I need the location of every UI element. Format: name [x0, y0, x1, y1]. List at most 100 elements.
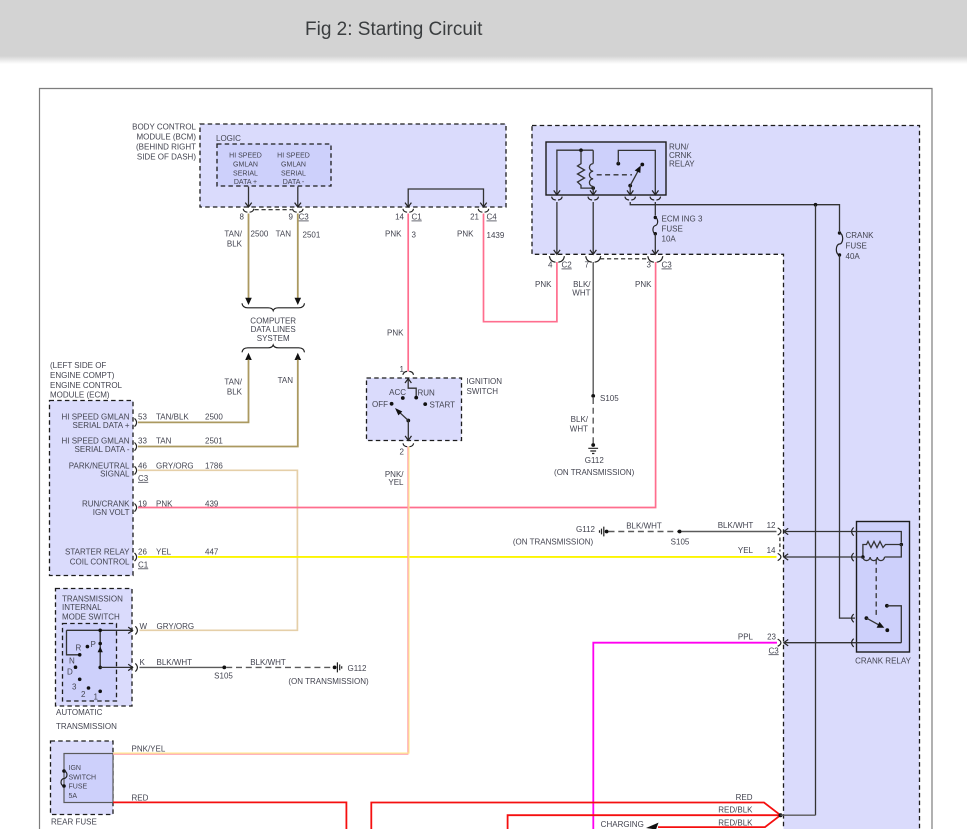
svg-text:53: 53: [138, 412, 147, 421]
svg-text:FUSE: FUSE: [846, 242, 867, 251]
svg-text:PNK: PNK: [387, 329, 404, 338]
svg-text:SERIAL DATA -: SERIAL DATA -: [75, 445, 130, 454]
svg-text:RUN/CRANK: RUN/CRANK: [82, 499, 130, 508]
svg-text:YEL: YEL: [388, 478, 404, 487]
svg-text:START: START: [430, 400, 456, 409]
svg-text:(LEFT SIDE OF: (LEFT SIDE OF: [50, 361, 106, 370]
svg-text:14: 14: [395, 213, 404, 222]
svg-text:(ON TRANSMISSION): (ON TRANSMISSION): [288, 677, 369, 686]
svg-text:FUSE: FUSE: [662, 225, 683, 234]
svg-text:2500: 2500: [251, 230, 269, 239]
svg-text:TAN/BLK: TAN/BLK: [156, 412, 189, 421]
svg-text:7: 7: [585, 261, 590, 270]
svg-text:12: 12: [767, 521, 776, 530]
svg-text:YEL: YEL: [156, 547, 172, 556]
svg-text:BODY CONTROL: BODY CONTROL: [132, 123, 196, 132]
svg-text:BLK/WHT: BLK/WHT: [250, 658, 286, 667]
svg-text:9: 9: [289, 213, 294, 222]
svg-text:MODULE (ECM): MODULE (ECM): [50, 391, 110, 400]
svg-text:G112: G112: [348, 664, 368, 673]
svg-text:IGNITION: IGNITION: [467, 377, 503, 386]
svg-text:RED: RED: [736, 793, 753, 802]
svg-text:23: 23: [767, 633, 776, 642]
svg-text:CRANK: CRANK: [846, 231, 875, 240]
svg-text:BLK/WHT: BLK/WHT: [157, 658, 193, 667]
svg-text:C3: C3: [662, 261, 673, 270]
svg-text:3: 3: [412, 231, 417, 240]
svg-text:ECM ING 3: ECM ING 3: [662, 215, 703, 224]
svg-text:DATA +: DATA +: [234, 179, 257, 186]
svg-text:R: R: [76, 643, 82, 652]
svg-text:2: 2: [81, 690, 86, 699]
svg-text:ENGINE CONTROL: ENGINE CONTROL: [50, 381, 123, 390]
svg-text:TAN: TAN: [278, 376, 294, 385]
svg-text:HI SPEED GMLAN: HI SPEED GMLAN: [61, 436, 129, 445]
svg-text:COMPUTER: COMPUTER: [250, 316, 296, 325]
svg-text:(ON TRANSMISSION): (ON TRANSMISSION): [554, 468, 635, 477]
svg-text:2501: 2501: [303, 231, 321, 240]
svg-text:1786: 1786: [205, 461, 223, 470]
svg-text:G112: G112: [576, 525, 596, 534]
svg-text:REAR FUSE: REAR FUSE: [51, 817, 97, 826]
svg-text:10A: 10A: [662, 235, 677, 244]
svg-text:COIL CONTROL: COIL CONTROL: [70, 557, 130, 566]
svg-text:3: 3: [647, 261, 652, 270]
svg-text:2501: 2501: [205, 436, 223, 445]
svg-text:GMLAN: GMLAN: [281, 162, 306, 169]
svg-text:TAN/: TAN/: [224, 377, 242, 386]
svg-text:S105: S105: [600, 394, 619, 403]
svg-text:TAN: TAN: [156, 436, 172, 445]
svg-text:MODULE (BCM): MODULE (BCM): [136, 133, 196, 142]
svg-text:RED: RED: [132, 793, 149, 802]
svg-text:BLK/WHT: BLK/WHT: [626, 522, 662, 531]
svg-text:46: 46: [138, 461, 147, 470]
svg-text:33: 33: [138, 436, 147, 445]
svg-text:C1: C1: [412, 213, 423, 222]
svg-text:(ON TRANSMISSION): (ON TRANSMISSION): [513, 538, 594, 547]
svg-text:K: K: [140, 658, 146, 667]
svg-text:SERIAL: SERIAL: [281, 171, 306, 178]
svg-text:HI SPEED GMLAN: HI SPEED GMLAN: [61, 412, 129, 421]
svg-text:TRANSMISSION: TRANSMISSION: [62, 594, 123, 603]
svg-text:C4: C4: [487, 213, 498, 222]
svg-text:C1: C1: [138, 560, 149, 569]
svg-text:S105: S105: [671, 538, 690, 547]
svg-text:SIDE OF DASH): SIDE OF DASH): [137, 153, 196, 162]
svg-text:26: 26: [138, 547, 147, 556]
svg-text:40A: 40A: [846, 252, 861, 261]
svg-text:WHT: WHT: [570, 425, 588, 434]
svg-text:SYSTEM: SYSTEM: [257, 334, 290, 343]
svg-text:4: 4: [548, 261, 553, 270]
svg-text:SWITCH: SWITCH: [69, 774, 97, 781]
svg-text:HI SPEED: HI SPEED: [277, 153, 310, 160]
svg-text:SERIAL DATA +: SERIAL DATA +: [73, 421, 130, 430]
svg-text:1: 1: [94, 692, 99, 701]
svg-text:SWITCH: SWITCH: [467, 387, 499, 396]
svg-text:OFF: OFF: [372, 400, 388, 409]
svg-text:2: 2: [400, 448, 405, 457]
svg-text:TAN: TAN: [276, 230, 292, 239]
svg-text:SIGNAL: SIGNAL: [100, 470, 130, 479]
svg-text:C3: C3: [769, 646, 780, 655]
svg-text:PNK: PNK: [457, 230, 474, 239]
svg-text:14: 14: [767, 546, 776, 555]
svg-text:RUN: RUN: [418, 389, 436, 398]
svg-text:5A: 5A: [69, 793, 78, 800]
svg-text:SERIAL: SERIAL: [233, 171, 258, 178]
svg-text:YEL: YEL: [738, 546, 754, 555]
svg-text:HI SPEED: HI SPEED: [229, 153, 262, 160]
svg-text:3: 3: [72, 683, 77, 692]
svg-text:CHARGING: CHARGING: [601, 820, 644, 829]
svg-text:21: 21: [470, 213, 479, 222]
svg-text:W: W: [140, 622, 148, 631]
svg-text:TAN/: TAN/: [224, 230, 242, 239]
svg-text:RELAY: RELAY: [669, 160, 695, 169]
svg-text:N: N: [69, 657, 75, 666]
svg-text:MODE SWITCH: MODE SWITCH: [62, 612, 120, 621]
svg-text:PNK: PNK: [385, 230, 402, 239]
svg-text:WHT: WHT: [572, 289, 590, 298]
svg-text:GRY/ORG: GRY/ORG: [156, 461, 194, 470]
svg-text:447: 447: [205, 547, 219, 556]
svg-text:PNK: PNK: [635, 280, 652, 289]
svg-text:Fig 2: Starting Circuit: Fig 2: Starting Circuit: [305, 19, 483, 40]
